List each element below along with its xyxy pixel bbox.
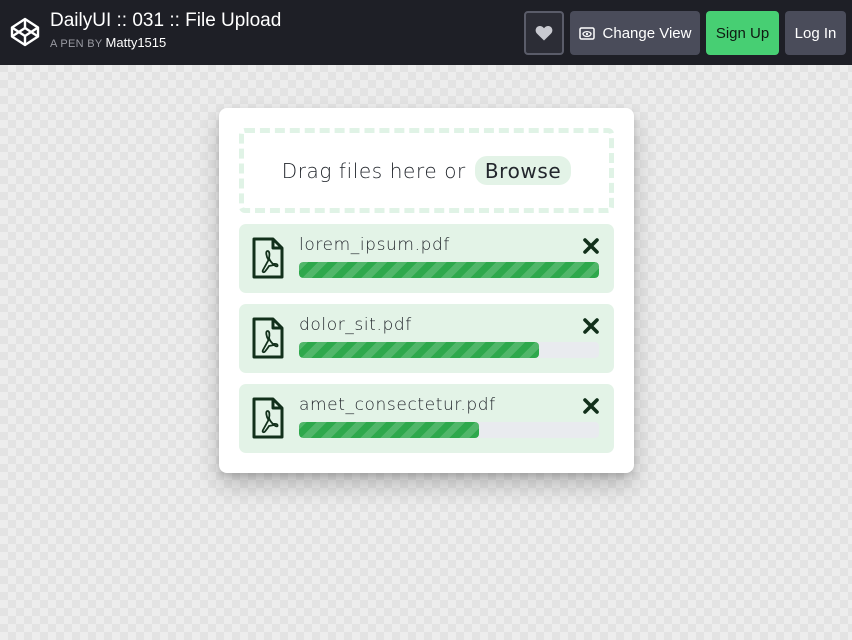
- file-item: lorem_ipsum.pdf: [239, 224, 614, 293]
- file-name: amet_consectetur.pdf: [299, 395, 496, 415]
- file-name: dolor_sit.pdf: [299, 315, 412, 335]
- browse-button[interactable]: Browse: [474, 156, 572, 185]
- upload-progress-bar: [299, 422, 599, 438]
- close-icon[interactable]: [582, 317, 600, 335]
- pen-info: DailyUI :: 031 :: File Upload A PEN BY Ma…: [50, 9, 281, 51]
- upload-progress-bar: [299, 262, 599, 278]
- file-item: amet_consectetur.pdf: [239, 384, 614, 453]
- log-in-label: Log In: [794, 24, 837, 42]
- pen-byline: A PEN BY Matty1515: [50, 36, 281, 51]
- heart-icon: [535, 26, 553, 41]
- upload-progress-bar: [299, 342, 599, 358]
- sign-up-button[interactable]: Sign Up: [706, 11, 779, 55]
- by-label: A PEN BY: [50, 38, 103, 50]
- close-icon[interactable]: [582, 237, 600, 255]
- log-in-button[interactable]: Log In: [785, 11, 846, 55]
- drop-zone[interactable]: Drag files here or Browse: [239, 128, 614, 213]
- author-link[interactable]: Matty1515: [106, 35, 167, 50]
- heart-button[interactable]: [524, 11, 564, 55]
- change-view-label: Change View: [602, 24, 692, 42]
- change-view-button[interactable]: Change View: [570, 11, 700, 55]
- drop-prompt: Drag files here or: [281, 158, 466, 183]
- file-name: lorem_ipsum.pdf: [299, 235, 450, 255]
- top-bar: DailyUI :: 031 :: File Upload A PEN BY Ma…: [0, 0, 852, 65]
- upload-progress-fill: [299, 422, 479, 438]
- codepen-logo-icon[interactable]: [9, 16, 41, 48]
- sign-up-label: Sign Up: [715, 24, 770, 42]
- pen-title: DailyUI :: 031 :: File Upload: [50, 10, 282, 31]
- upload-progress-fill: [299, 262, 599, 278]
- eye-window-icon: [578, 26, 595, 40]
- pdf-file-icon: [252, 317, 284, 359]
- file-item: dolor_sit.pdf: [239, 304, 614, 373]
- close-icon[interactable]: [582, 397, 600, 415]
- upload-progress-fill: [299, 342, 539, 358]
- pdf-file-icon: [252, 397, 284, 439]
- pdf-file-icon: [252, 237, 284, 279]
- file-upload-card: Drag files here or Browse lorem_ipsum.pd…: [219, 108, 634, 473]
